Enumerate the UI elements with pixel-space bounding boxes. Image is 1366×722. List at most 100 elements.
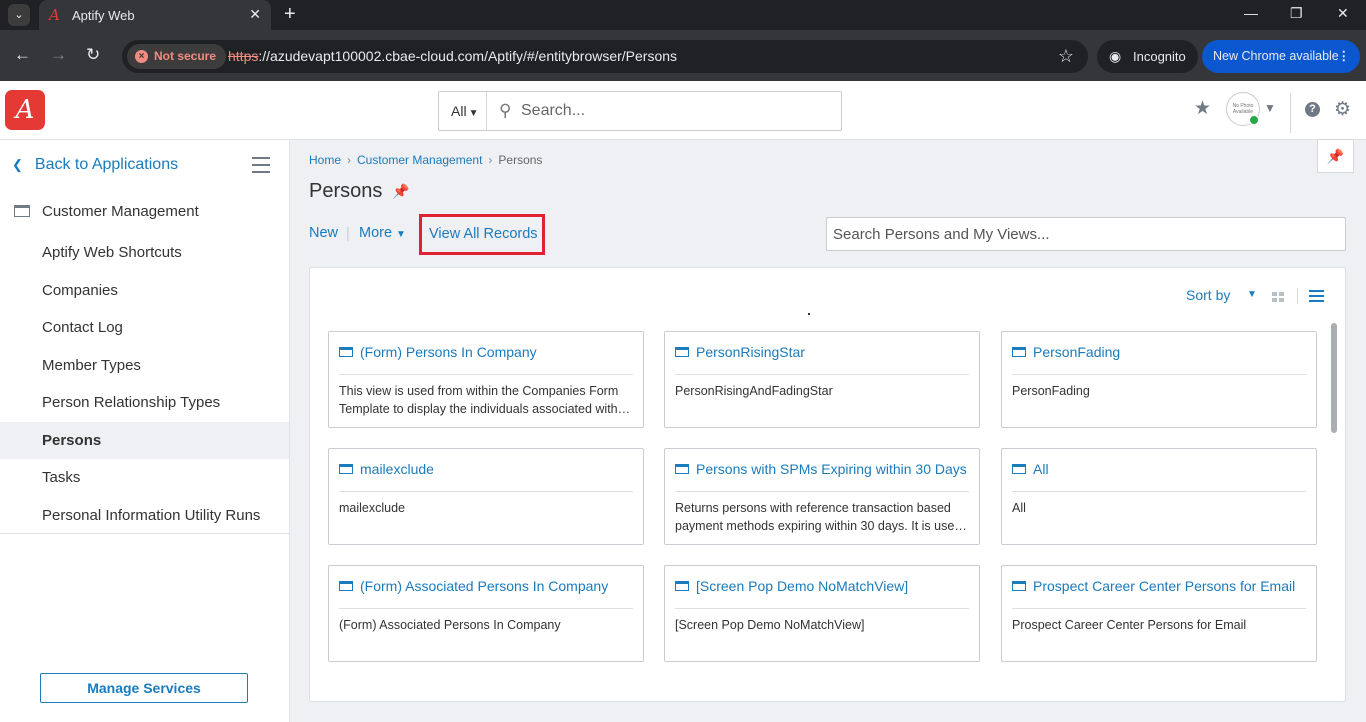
new-chrome-available-button[interactable]: New Chrome available ⋮ (1202, 40, 1360, 73)
grid-view-icon[interactable] (1272, 292, 1285, 302)
sidebar-item-tasks[interactable]: Tasks (0, 459, 289, 497)
view-card-title[interactable]: Persons with SPMs Expiring within 30 Day… (696, 461, 967, 477)
incognito-badge[interactable]: ◉ Incognito (1097, 40, 1198, 73)
view-card-title[interactable]: PersonRisingStar (696, 344, 805, 360)
sidebar-divider (0, 533, 289, 534)
more-vert-icon[interactable]: ⋮ (1338, 40, 1351, 73)
breadcrumb: Home › Customer Management › Persons (309, 153, 542, 167)
forward-arrow-icon[interactable]: → (50, 45, 67, 65)
view-card[interactable]: Prospect Career Center Persons for Email… (1001, 565, 1317, 662)
browser-tab-strip: ⌄ A Aptify Web ✕ + — ❐ ✕ (0, 0, 1366, 30)
breadcrumb-customer-management[interactable]: Customer Management (357, 153, 482, 167)
view-icon (339, 347, 353, 357)
search-scope-label: All (451, 103, 467, 119)
views-panel: Sort by ▼ (Form) Persons In Company This… (309, 267, 1346, 702)
loading-dot (808, 313, 810, 315)
breadcrumb-persons: Persons (498, 153, 543, 167)
view-card-description: (Form) Associated Persons In Company (339, 618, 561, 632)
app-header: A All▼ ⚲ ★ No Photo Available ▼ ? ⚙ (0, 81, 1366, 140)
sidebar-section-customer-management[interactable]: Customer Management (14, 203, 199, 220)
view-card[interactable]: (Form) Persons In Company This view is u… (328, 331, 644, 428)
back-to-applications-link[interactable]: ❮ Back to Applications (12, 156, 178, 174)
sidebar-nav-list: Aptify Web Shortcuts Companies Contact L… (0, 234, 289, 534)
view-card-title[interactable]: PersonFading (1033, 344, 1120, 360)
more-dropdown[interactable]: More ▼ (359, 225, 406, 241)
toolbar-divider (1297, 288, 1298, 304)
new-tab-icon[interactable]: + (284, 4, 296, 24)
view-card[interactable]: [Screen Pop Demo NoMatchView] [Screen Po… (664, 565, 980, 662)
minimize-icon[interactable]: — (1244, 5, 1258, 21)
online-status-dot (1249, 115, 1259, 125)
not-secure-label: Not secure (154, 49, 217, 63)
view-icon (1012, 464, 1026, 474)
avatar[interactable]: No Photo Available (1226, 92, 1260, 126)
view-card-title[interactable]: Prospect Career Center Persons for Email (1033, 578, 1295, 594)
pin-icon[interactable]: 📌 (392, 183, 409, 200)
restore-icon[interactable]: ❐ (1290, 5, 1303, 22)
scrollbar-thumb[interactable] (1331, 323, 1337, 433)
view-card[interactable]: (Form) Associated Persons In Company (Fo… (328, 565, 644, 662)
header-divider (1290, 93, 1291, 133)
view-card[interactable]: PersonRisingStar PersonRisingAndFadingSt… (664, 331, 980, 428)
new-record-link[interactable]: New (309, 225, 338, 241)
window-close-icon[interactable]: ✕ (1337, 5, 1349, 22)
view-icon (675, 347, 689, 357)
help-icon[interactable]: ? (1305, 102, 1320, 117)
caret-down-icon[interactable]: ▼ (1247, 289, 1257, 300)
view-card-title[interactable]: [Screen Pop Demo NoMatchView] (696, 578, 908, 594)
url-text[interactable]: https://azudevapt100002.cbae-cloud.com/A… (228, 48, 677, 64)
breadcrumb-home[interactable]: Home (309, 153, 341, 167)
view-card[interactable]: PersonFading PersonFading (1001, 331, 1317, 428)
warning-icon: × (135, 50, 148, 63)
incognito-icon: ◉ (1109, 48, 1122, 64)
sidebar-item-aptify-web-shortcuts[interactable]: Aptify Web Shortcuts (0, 234, 289, 272)
view-card-title[interactable]: All (1033, 461, 1049, 477)
sidebar-item-person-relationship-types[interactable]: Person Relationship Types (0, 384, 289, 422)
sidebar-item-companies[interactable]: Companies (0, 272, 289, 310)
sidebar-item-persons[interactable]: Persons (0, 421, 289, 459)
incognito-label: Incognito (1133, 49, 1186, 64)
gear-icon[interactable]: ⚙ (1334, 98, 1351, 121)
aptify-logo[interactable]: A (5, 90, 45, 130)
view-card-title[interactable]: mailexclude (360, 461, 434, 477)
tab-search-chevron-icon[interactable]: ⌄ (8, 4, 30, 26)
view-card[interactable]: All All (1001, 448, 1317, 545)
reload-icon[interactable]: ↻ (86, 45, 100, 65)
sort-by-dropdown[interactable]: Sort by (1186, 287, 1230, 303)
search-scope-dropdown[interactable]: All ▼ (439, 92, 487, 130)
url-path: ://azudevapt100002.cbae-cloud.com/Aptify… (258, 48, 678, 64)
pin-panel-button[interactable]: 📌 (1317, 139, 1354, 173)
tab-close-icon[interactable]: ✕ (249, 6, 261, 23)
view-card-description: Prospect Career Center Persons for Email (1012, 618, 1247, 632)
browser-tab[interactable]: A Aptify Web ✕ (39, 0, 271, 30)
not-secure-badge[interactable]: × Not secure (127, 44, 227, 69)
view-card-title[interactable]: (Form) Persons In Company (360, 344, 537, 360)
view-icon (339, 581, 353, 591)
more-label: More (359, 225, 393, 241)
sidebar-item-member-types[interactable]: Member Types (0, 347, 289, 385)
scrollbar[interactable] (1331, 323, 1337, 679)
user-menu-caret-icon[interactable]: ▼ (1264, 101, 1276, 115)
view-card-title[interactable]: (Form) Associated Persons In Company (360, 578, 608, 594)
manage-services-button[interactable]: Manage Services (40, 673, 248, 703)
bookmark-star-icon[interactable]: ☆ (1058, 46, 1074, 67)
new-chrome-label: New Chrome available (1213, 49, 1339, 63)
view-card[interactable]: Persons with SPMs Expiring within 30 Day… (664, 448, 980, 545)
view-card[interactable]: mailexclude mailexclude (328, 448, 644, 545)
global-search: All ▼ ⚲ (438, 91, 842, 131)
view-card-description: mailexclude (339, 501, 406, 515)
global-search-input[interactable] (521, 98, 821, 124)
sidebar-item-personal-information-utility-runs[interactable]: Personal Information Utility Runs (0, 497, 289, 535)
back-arrow-icon[interactable]: ← (14, 45, 31, 65)
favorites-star-icon[interactable]: ★ (1194, 97, 1211, 120)
view-card-description: All (1012, 501, 1026, 515)
page-title: Persons (309, 180, 383, 202)
views-search-input[interactable] (826, 217, 1346, 251)
list-view-icon[interactable] (1309, 290, 1324, 302)
sidebar-item-contact-log[interactable]: Contact Log (0, 309, 289, 347)
hamburger-menu-icon[interactable] (252, 157, 270, 178)
view-all-records-link[interactable]: View All Records (419, 214, 545, 255)
address-bar[interactable]: × Not secure https://azudevapt100002.cba… (122, 40, 1088, 73)
back-to-applications-label: Back to Applications (34, 156, 179, 173)
breadcrumb-chevron-icon: › (488, 153, 493, 167)
